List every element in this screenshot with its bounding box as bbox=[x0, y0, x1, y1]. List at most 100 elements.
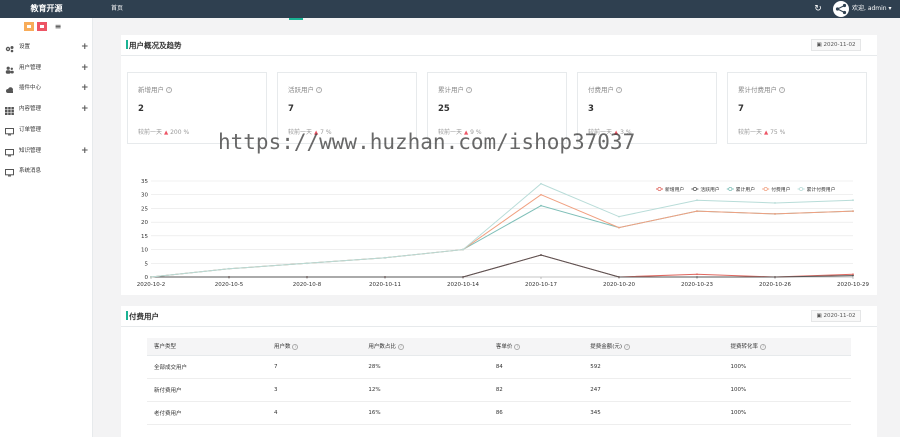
expand-plus-icon[interactable]: + bbox=[81, 79, 89, 97]
theme-red-button[interactable] bbox=[37, 22, 47, 31]
table-row: 老付费用户 4 16% 86 345 100% bbox=[147, 401, 851, 425]
overview-title: 用户概况及趋势 bbox=[129, 41, 182, 50]
overview-date: 2020-11-02 bbox=[823, 42, 856, 48]
help-icon[interactable]: ? bbox=[624, 343, 631, 350]
brand-logo[interactable]: 教育开源 bbox=[0, 0, 93, 18]
menu-toggle-icon[interactable]: ≡ bbox=[53, 22, 63, 31]
stat-card-delta: 7 % bbox=[320, 129, 332, 136]
sidebar-item-6[interactable]: 系统消息 bbox=[0, 162, 93, 180]
data-point bbox=[696, 199, 698, 202]
data-point bbox=[774, 276, 776, 278]
overview-panel: 用户概况及趋势 ▣ 2020-11-02 新增用户? 2 较前一天 ▲ 200 % 活… bbox=[121, 35, 877, 295]
expand-plus-icon[interactable]: + bbox=[81, 59, 89, 77]
compare-label: 较前一天 bbox=[588, 129, 613, 136]
y-tick-label: 25 bbox=[141, 206, 148, 212]
sidebar-item-label: 设置 bbox=[19, 44, 31, 50]
paid-date-picker[interactable]: ▣ 2020-11-02 bbox=[811, 310, 861, 322]
stat-card: 累计用户? 25 较前一天 ▲ 9 % bbox=[427, 72, 567, 144]
arrow-up-icon: ▲ bbox=[463, 130, 469, 136]
data-point bbox=[228, 267, 230, 270]
table-cell: 84 bbox=[488, 355, 584, 379]
stat-card-value: 25 bbox=[438, 104, 450, 114]
x-tick-label: 2020-10-20 bbox=[603, 282, 635, 288]
help-icon[interactable]: ? bbox=[292, 343, 299, 350]
compare-label: 较前一天 bbox=[138, 129, 163, 136]
legend-label: 付费用户 bbox=[771, 186, 790, 193]
expand-plus-icon[interactable]: + bbox=[81, 100, 89, 118]
help-icon[interactable]: ? bbox=[316, 87, 322, 93]
data-point bbox=[774, 202, 776, 204]
sidebar-item-label: 插件中心 bbox=[19, 85, 42, 92]
table-cell: 100% bbox=[723, 378, 851, 402]
table-cell: 16% bbox=[361, 401, 489, 425]
table-cell: 3 bbox=[266, 378, 362, 402]
data-point bbox=[540, 204, 542, 207]
sidebar-item-label: 用户管理 bbox=[19, 64, 42, 71]
table-cell: 4 bbox=[266, 401, 362, 425]
table-header-label: 用户数 bbox=[273, 344, 291, 351]
sidebar-item-5[interactable]: 知识管理 + bbox=[0, 142, 93, 160]
stat-card-delta: 3 % bbox=[620, 129, 632, 136]
legend-label: 新增用户 bbox=[665, 186, 684, 193]
overview-date-picker[interactable]: ▣ 2020-11-02 bbox=[811, 39, 861, 51]
table-header-cell: 客单价? bbox=[488, 338, 584, 356]
sidebar-item-1[interactable]: 用户管理 + bbox=[0, 59, 93, 77]
sidebar-item-0[interactable]: 设置 + bbox=[0, 38, 93, 56]
sidebar-item-3[interactable]: 内容管理 + bbox=[0, 100, 93, 118]
expand-plus-icon[interactable]: + bbox=[81, 142, 89, 160]
theme-dot-icon bbox=[40, 25, 44, 28]
compare-label: 较前一天 bbox=[438, 129, 463, 136]
top-bar: 教育开源 首页 ↻ 欢迎, admin ▾ bbox=[0, 0, 900, 18]
stat-card-title-text: 新增用户 bbox=[138, 86, 164, 94]
table-header-label: 用户数占比 bbox=[368, 344, 396, 351]
stat-card-title: 累计用户? bbox=[438, 84, 472, 94]
help-icon[interactable]: ? bbox=[397, 343, 404, 350]
help-icon[interactable]: ? bbox=[166, 87, 172, 93]
x-tick-label: 2020-10-29 bbox=[837, 282, 869, 288]
data-point bbox=[696, 276, 698, 278]
table-header-cell: 用户数占比? bbox=[361, 338, 489, 356]
stat-card-title-text: 累计用户 bbox=[438, 86, 464, 94]
paid-users-panel: 付费用户 ▣ 2020-11-02 客户类型 用户数? 用户数占比? 客单价? 提费金额… bbox=[121, 306, 877, 437]
table-cell: 7 bbox=[266, 355, 362, 379]
table-header-label: 提费金额(元) bbox=[590, 344, 623, 351]
x-tick-label: 2020-10-8 bbox=[293, 282, 322, 288]
theme-orange-button[interactable] bbox=[24, 22, 34, 31]
stat-card-title: 活跃用户? bbox=[288, 84, 322, 94]
help-icon[interactable]: ? bbox=[616, 87, 622, 93]
data-point bbox=[540, 254, 542, 256]
paid-table: 客户类型 用户数? 用户数占比? 客单价? 提费金额(元)? 提费转化率? 全部成交用户 7… bbox=[147, 338, 851, 425]
stat-card-title-text: 付费用户 bbox=[588, 86, 614, 94]
expand-plus-icon[interactable]: + bbox=[81, 38, 89, 56]
users-icon bbox=[5, 64, 14, 74]
help-icon[interactable]: ? bbox=[514, 343, 521, 350]
legend-marker bbox=[799, 187, 804, 191]
data-point bbox=[696, 210, 698, 213]
stat-card-value: 7 bbox=[738, 104, 744, 114]
legend-marker bbox=[692, 187, 697, 191]
data-point bbox=[384, 256, 386, 259]
sidebar-item-2[interactable]: 插件中心 + bbox=[0, 79, 93, 97]
table-cell: 345 bbox=[583, 401, 724, 425]
sidebar-item-4[interactable]: 订单管理 bbox=[0, 121, 93, 139]
data-point bbox=[618, 215, 620, 218]
avatar[interactable] bbox=[833, 1, 849, 17]
divider bbox=[121, 55, 877, 56]
stat-card-delta: 200 % bbox=[170, 129, 190, 136]
help-icon[interactable]: ? bbox=[466, 87, 472, 93]
stat-card-value: 2 bbox=[138, 104, 144, 114]
theme-dot-icon bbox=[27, 25, 31, 28]
refresh-icon[interactable]: ↻ bbox=[812, 3, 824, 15]
x-tick-label: 2020-10-23 bbox=[681, 282, 713, 288]
user-menu[interactable]: 欢迎, admin ▾ bbox=[852, 0, 892, 18]
help-icon[interactable]: ? bbox=[779, 87, 785, 93]
nav-home-link[interactable]: 首页 bbox=[111, 0, 123, 18]
data-point bbox=[696, 273, 698, 276]
data-point bbox=[618, 276, 620, 278]
series-line bbox=[151, 254, 854, 278]
legend-marker bbox=[763, 187, 768, 191]
compare-label: 较前一天 bbox=[288, 129, 313, 136]
table-cell: 12% bbox=[361, 378, 489, 402]
help-icon[interactable]: ? bbox=[760, 343, 767, 350]
table-cell: 86 bbox=[488, 401, 584, 425]
